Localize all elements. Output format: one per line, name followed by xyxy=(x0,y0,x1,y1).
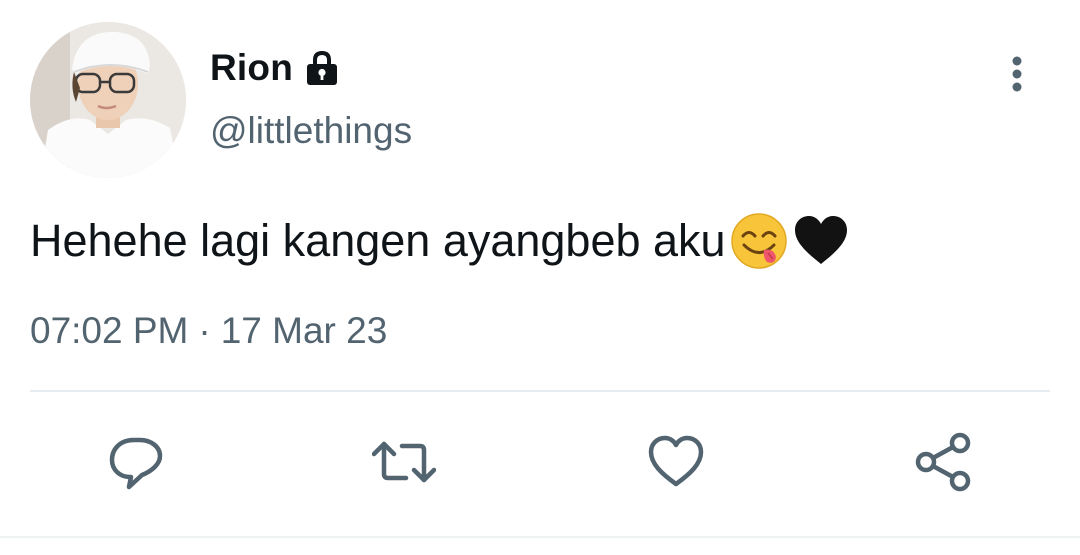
tweet-date: 17 Mar 23 xyxy=(220,310,388,351)
face-savoring-food-emoji xyxy=(730,212,788,270)
like-button[interactable] xyxy=(644,430,708,494)
black-heart-emoji xyxy=(792,212,850,270)
user-handle[interactable]: @littlethings xyxy=(210,110,412,152)
avatar[interactable] xyxy=(30,22,186,178)
timestamp-separator: · xyxy=(198,310,211,351)
share-button[interactable] xyxy=(912,430,976,494)
more-options-button[interactable] xyxy=(996,50,1038,98)
tweet-text-row: Hehehe lagi kangen ayangbeb aku xyxy=(30,212,850,270)
user-name-row: Rion xyxy=(210,44,341,92)
tweet-time: 07:02 PM xyxy=(30,310,189,351)
bottom-border xyxy=(0,536,1080,538)
tweet-timestamp: 07:02 PM · 17 Mar 23 xyxy=(30,310,387,352)
display-name[interactable]: Rion xyxy=(210,47,293,89)
divider xyxy=(30,390,1050,392)
lock-icon xyxy=(303,49,341,87)
retweet-icon xyxy=(372,441,436,483)
heart-icon xyxy=(648,435,704,487)
share-icon xyxy=(915,432,971,492)
tweet-text: Hehehe lagi kangen ayangbeb aku xyxy=(30,215,726,266)
more-vertical-icon xyxy=(1012,56,1022,92)
reply-button[interactable] xyxy=(104,430,168,494)
retweet-button[interactable] xyxy=(372,430,436,494)
reply-icon xyxy=(109,437,163,490)
